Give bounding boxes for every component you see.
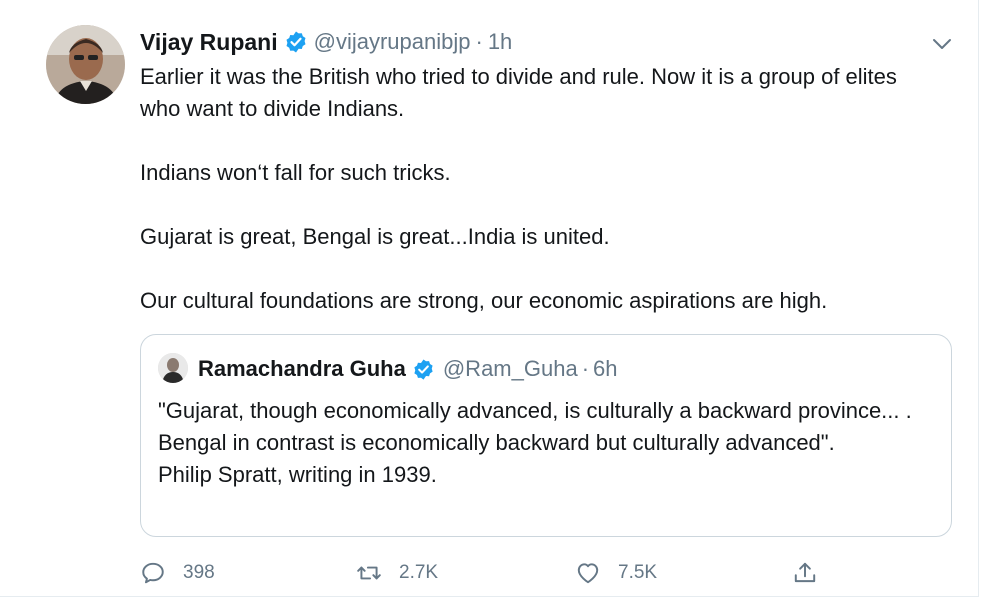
share-icon [794, 562, 816, 583]
separator-dot: · [581, 356, 590, 381]
tweet-card[interactable]: Vijay Rupani @vijayrupanibjp · 1h Earlie… [0, 0, 979, 597]
more-options-chevron-down-icon[interactable] [930, 32, 954, 56]
reply-count: 398 [183, 562, 215, 583]
quoted-author-name: Ramachandra Guha [198, 356, 406, 381]
author-avatar[interactable] [46, 25, 125, 104]
tweet-paragraph: Indians won‘t fall for such tricks. [140, 160, 451, 185]
retweet-button[interactable]: 2.7K [356, 556, 438, 590]
like-icon [577, 563, 599, 584]
quoted-tweet[interactable]: Ramachandra Guha @Ram_Guha · 6h "Gujarat… [140, 334, 952, 537]
author-name[interactable]: Vijay Rupani [140, 29, 278, 56]
like-count: 7.5K [618, 562, 658, 583]
quoted-author-avatar [158, 353, 188, 383]
reply-button[interactable]: 398 [140, 556, 215, 590]
like-button[interactable]: 7.5K [575, 556, 657, 590]
quoted-author-handle: @Ram_Guha [442, 356, 578, 381]
quoted-paragraph: Philip Spratt, writing in 1939. [158, 462, 437, 487]
quoted-avatar-photo-icon [158, 353, 188, 383]
author-handle[interactable]: @vijayrupanibjp [314, 29, 471, 55]
tweet-paragraph: Gujarat is great, Bengal is great...Indi… [140, 224, 610, 249]
quoted-tweet-text: "Gujarat, though economically advanced, … [158, 395, 938, 491]
avatar-photo-icon [46, 25, 125, 104]
verified-badge-icon [284, 30, 308, 54]
verified-badge-icon [412, 358, 435, 381]
tweet-text: Earlier it was the British who tried to … [140, 61, 940, 317]
tweet-timestamp[interactable]: 1h [488, 29, 512, 55]
tweet-actions: 398 2.7K 7.5K [140, 556, 830, 590]
tweet-header: Vijay Rupani @vijayrupanibjp · 1h [140, 27, 512, 57]
tweet-paragraph: Earlier it was the British who tried to … [140, 64, 897, 121]
retweet-icon [357, 566, 381, 580]
quoted-tweet-header: Ramachandra Guha @Ram_Guha · 6h [198, 355, 618, 383]
separator-dot: · [475, 29, 483, 54]
reply-icon [142, 562, 164, 584]
tweet-paragraph: Our cultural foundations are strong, our… [140, 288, 828, 313]
quoted-paragraph: "Gujarat, though economically advanced, … [158, 398, 912, 455]
share-button[interactable] [792, 556, 818, 590]
retweet-count: 2.7K [399, 562, 439, 583]
quoted-tweet-timestamp: 6h [593, 356, 618, 381]
